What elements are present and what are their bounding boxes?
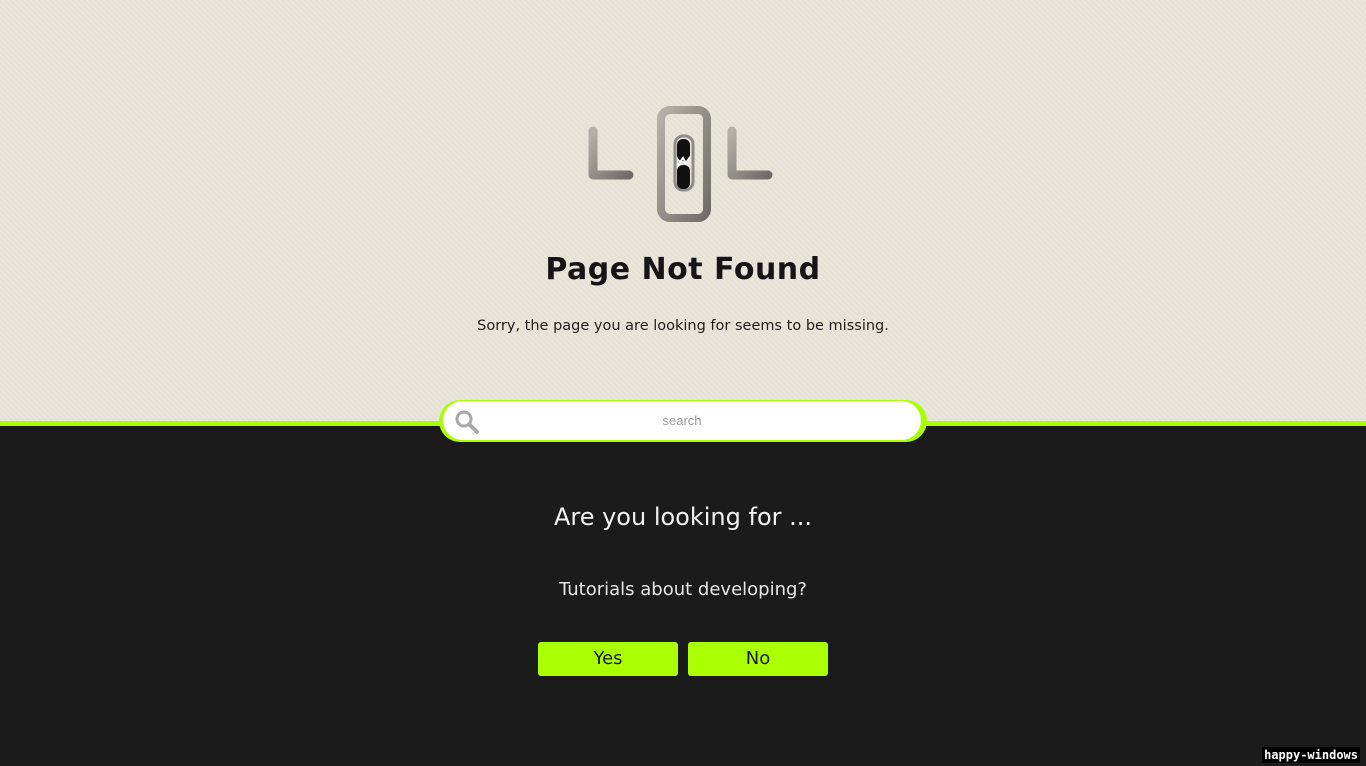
watermark: happy-windows xyxy=(1262,747,1360,763)
suggestion-question: Tutorials about developing? xyxy=(559,579,807,600)
top-section: Page Not Found Sorry, the page you are l… xyxy=(0,0,1366,421)
page-subtitle: Sorry, the page you are looking for seem… xyxy=(477,318,889,334)
search-icon[interactable] xyxy=(454,409,480,435)
digit-four-right xyxy=(727,126,776,208)
yes-button[interactable]: Yes xyxy=(538,642,678,676)
search-bar xyxy=(439,400,927,442)
no-button[interactable]: No xyxy=(688,642,828,676)
digit-four-left xyxy=(588,126,635,208)
search-input[interactable] xyxy=(487,401,877,440)
suggestion-heading: Are you looking for ... xyxy=(553,503,813,531)
page-title: Page Not Found xyxy=(545,252,821,287)
error-404-logo xyxy=(588,106,776,222)
digit-zero xyxy=(657,106,711,222)
search-box xyxy=(443,401,921,440)
